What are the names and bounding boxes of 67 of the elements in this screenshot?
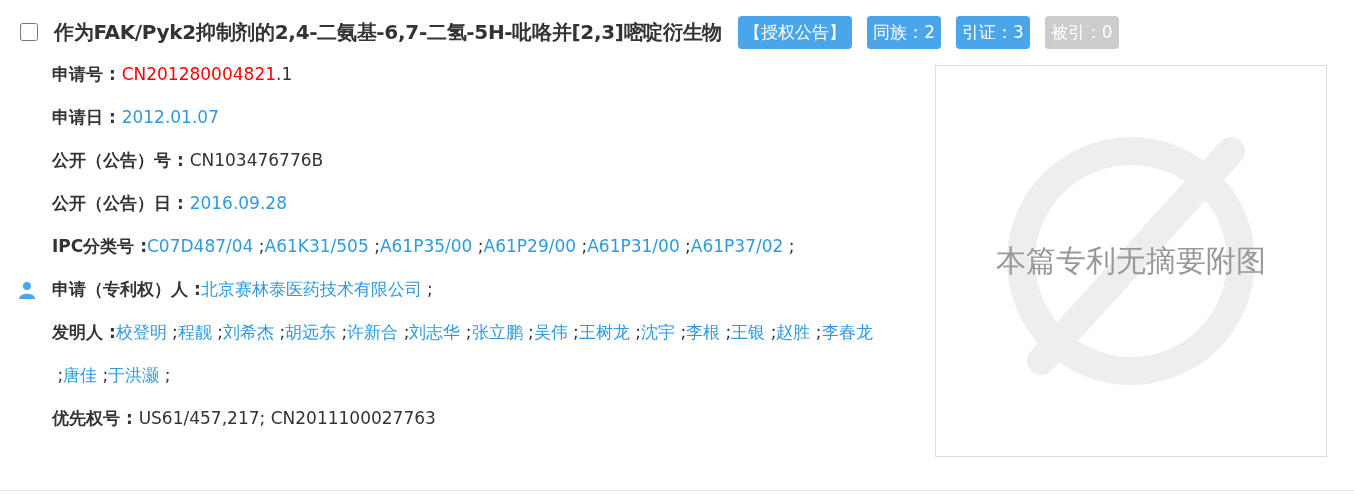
- value-link[interactable]: 程靓: [177, 311, 212, 354]
- value-link[interactable]: 许新合: [347, 311, 399, 354]
- field-value: ;: [724, 321, 732, 344]
- field-label: 优先权号 :: [52, 407, 134, 430]
- field-value: ;: [101, 364, 109, 387]
- field-value: CN103476776B: [189, 149, 324, 172]
- value-link[interactable]: 胡远东: [285, 311, 337, 354]
- field-value: ;: [580, 235, 588, 258]
- field-label: 公开（公告）号 :: [52, 149, 185, 172]
- value-link[interactable]: A61P31/00: [587, 225, 680, 268]
- field-value: ;: [402, 321, 410, 344]
- field-value: ;: [679, 321, 687, 344]
- status-tag[interactable]: 【授权公告】: [738, 15, 853, 49]
- value-link[interactable]: 2012.01.07: [121, 96, 219, 139]
- field-label: 申请（专利权）人 :: [52, 278, 201, 301]
- field-value: ;: [572, 321, 579, 344]
- field-value: ;: [634, 321, 641, 344]
- field-value: ;: [476, 235, 484, 258]
- field-value: ;: [464, 321, 472, 344]
- value-link[interactable]: 王树龙: [578, 311, 630, 354]
- select-checkbox[interactable]: [20, 23, 38, 41]
- value-link[interactable]: 王银: [731, 311, 766, 354]
- field-value: ;: [373, 235, 380, 258]
- field-value: ;: [216, 321, 223, 344]
- field-value: ;: [340, 321, 348, 344]
- field-label: 申请日 :: [52, 106, 117, 129]
- field-value: ;: [171, 321, 178, 344]
- value-link[interactable]: A61P29/00: [483, 225, 577, 268]
- value-link[interactable]: 张立鹏: [471, 311, 523, 354]
- value-link[interactable]: 吴伟: [533, 311, 568, 354]
- field-value: ;: [526, 321, 534, 344]
- placeholder-text: 本篇专利无摘要附图: [996, 241, 1266, 280]
- value-link[interactable]: 赵胜: [776, 311, 811, 354]
- field-label: 公开（公告）日 :: [52, 192, 185, 215]
- field-label: IPC分类号 :: [52, 235, 147, 258]
- value-link[interactable]: 于洪灏: [108, 354, 160, 397]
- field-value: ;: [257, 235, 265, 258]
- value-link[interactable]: A61K31/505: [264, 225, 369, 268]
- field-value: ;: [56, 364, 64, 387]
- field-value: ;: [278, 321, 286, 344]
- field-value: ;: [814, 321, 822, 344]
- value-link[interactable]: 刘志华: [409, 311, 461, 354]
- patent-title[interactable]: 作为FAK/Pyk2抑制剂的2,4-二氨基-6,7-二氢-5H-吡咯并[2,3]嘧啶衍生物: [54, 18, 723, 46]
- field-value: ;: [426, 278, 433, 301]
- field-label: 申请号 :: [52, 63, 117, 86]
- value-link[interactable]: 北京赛林泰医药技术有限公司: [200, 268, 422, 311]
- value-link[interactable]: 沈宇: [641, 311, 675, 354]
- status-tag[interactable]: 同族：2: [867, 15, 941, 49]
- field-value: US61/457,217; CN2011100027763: [138, 407, 436, 430]
- value-link[interactable]: 李根: [686, 311, 721, 354]
- value-link[interactable]: 唐佳: [63, 354, 98, 397]
- value-link[interactable]: 李春龙: [821, 311, 873, 354]
- field-value: ;: [787, 235, 795, 258]
- value-link[interactable]: A61P35/00: [379, 225, 473, 268]
- field-value: ;: [163, 364, 171, 387]
- status-tag[interactable]: 引证：3: [956, 15, 1030, 49]
- value-link[interactable]: C07D487/04: [147, 225, 254, 268]
- field-label: 发明人 :: [52, 321, 116, 344]
- value-link[interactable]: 校登明: [115, 311, 167, 354]
- person-icon: [18, 280, 36, 299]
- value-link[interactable]: 2016.09.28: [189, 182, 287, 225]
- field-value: ;: [769, 321, 777, 344]
- field-value: .1: [276, 63, 293, 86]
- field-value: ;: [684, 235, 691, 258]
- highlighted-number: CN201280004821: [121, 63, 277, 86]
- value-link[interactable]: 刘希杰: [223, 311, 274, 354]
- value-link[interactable]: A61P37/02: [690, 225, 784, 268]
